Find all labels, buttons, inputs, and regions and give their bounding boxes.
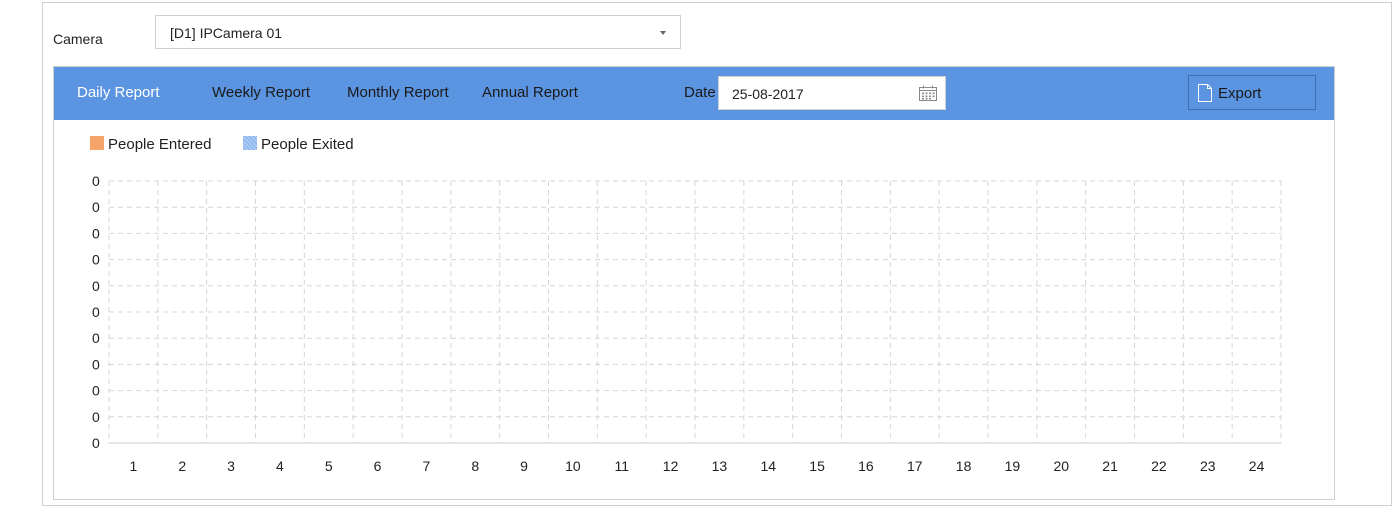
x-tick-label: 9 <box>520 458 528 474</box>
x-tick-label: 4 <box>276 458 284 474</box>
x-tick-label: 7 <box>423 458 431 474</box>
x-tick-label: 23 <box>1200 458 1216 474</box>
x-tick-label: 11 <box>614 458 629 474</box>
x-tick-label: 3 <box>227 458 235 474</box>
x-tick-label: 10 <box>565 458 581 474</box>
camera-label: Camera <box>53 31 103 47</box>
x-tick-label: 6 <box>374 458 382 474</box>
y-tick-label: 0 <box>92 356 100 372</box>
x-tick-label: 12 <box>663 458 679 474</box>
y-tick-label: 0 <box>92 252 100 268</box>
x-tick-label: 8 <box>471 458 479 474</box>
x-tick-label: 19 <box>1005 458 1021 474</box>
y-tick-label: 0 <box>92 304 100 320</box>
people-count-chart: 000000000001 2 3 4 5 6 7 8 9 10 11 12 13 14 15 16 17 18 19… <box>92 173 1282 474</box>
y-tick-label: 0 <box>92 173 100 189</box>
x-tick-label: 18 <box>956 458 972 474</box>
x-tick-label: 21 <box>1102 458 1118 474</box>
x-tick-label: 15 <box>809 458 825 474</box>
y-tick-label: 0 <box>92 199 100 215</box>
x-tick-label: 20 <box>1053 458 1069 474</box>
chevron-down-icon <box>660 31 666 35</box>
x-tick-label: 1 <box>130 458 138 474</box>
x-tick-label: 24 <box>1249 458 1265 474</box>
x-tick-label: 13 <box>712 458 728 474</box>
camera-select[interactable]: [D1] IPCamera 01 <box>155 15 681 49</box>
x-tick-label: 14 <box>760 458 776 474</box>
x-tick-label: 2 <box>178 458 186 474</box>
x-tick-label: 5 <box>325 458 333 474</box>
y-tick-label: 0 <box>92 330 100 346</box>
x-tick-label: 17 <box>907 458 923 474</box>
y-tick-label: 0 <box>92 278 100 294</box>
report-container: Daily Report Weekly Report Monthly Repor… <box>53 66 1335 500</box>
y-tick-label: 0 <box>92 409 100 425</box>
x-tick-label: 16 <box>858 458 874 474</box>
x-tick-label: 22 <box>1151 458 1167 474</box>
camera-select-value: [D1] IPCamera 01 <box>170 25 283 41</box>
y-tick-label: 0 <box>92 435 100 451</box>
y-tick-label: 0 <box>92 225 100 241</box>
y-tick-label: 0 <box>92 383 100 399</box>
